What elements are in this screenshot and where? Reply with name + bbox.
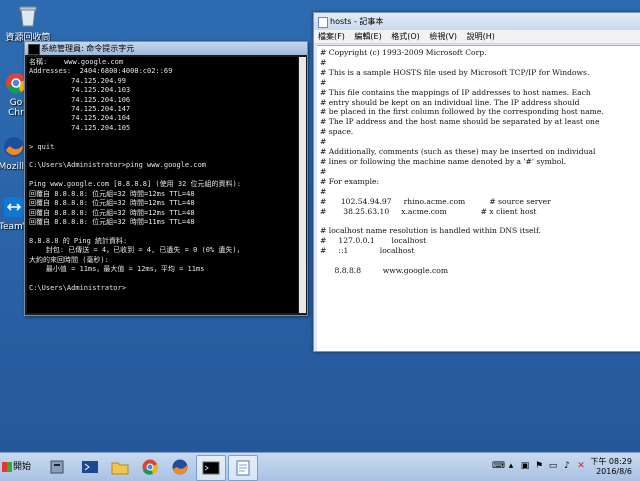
cmd-line: 74.125.204.104 [71, 114, 131, 123]
hosts-line: # ::1 localhost [320, 246, 415, 256]
cmd-line: 封包: 已傳送 = 4，已收到 = 4, 已遺失 = 0 (0% 遺失)， [45, 246, 244, 255]
taskbar: 開始 ⌨ ▴ ▣ ⚑ ▭ ♪ ✕ 下午 08:29 2016/8/6 [0, 452, 640, 481]
hosts-line: # 127.0.0.1 localhost [320, 236, 427, 246]
recycle-bin-icon [17, 4, 39, 28]
volume-icon[interactable]: ♪ [562, 461, 572, 471]
hosts-line: # Additionally, comments (such as these)… [320, 147, 596, 157]
cmd-line: 8.8.8.8 的 Ping 統計資料: [29, 236, 128, 245]
hosts-line: # 38.25.63.10 x.acme.com # x client host [320, 206, 537, 216]
hosts-line: 8.8.8.8 www.google.com [334, 265, 449, 275]
chrome-icon [142, 459, 158, 475]
explorer-folder-icon [111, 462, 129, 475]
firefox-icon [3, 136, 25, 160]
cmd-window[interactable]: 系統管理員: 命令提示字元 名稱: www.google.com Address… [24, 41, 308, 316]
cmd-line: 74.125.204.106 [71, 95, 131, 104]
windows-logo-icon [2, 461, 12, 472]
cmd-line: 回覆自 8.8.8.8: 位元組=32 時間=12ms TTL=48 [29, 189, 195, 198]
cmd-line: 回覆自 8.8.8.8: 位元組=32 時間=12ms TTL=48 [29, 208, 195, 217]
hosts-line: # entry should be kept on an individual … [320, 97, 580, 107]
cmd-line: 回覆自 8.8.8.8: 位元組=32 時間=12ms TTL=48 [29, 199, 195, 208]
menu-help[interactable]: 說明(H) [467, 32, 495, 41]
hosts-line: # Copyright (c) 1993-2009 Microsoft Corp… [320, 48, 487, 57]
cmd-line: 74.125.204.147 [71, 105, 131, 114]
hosts-line: # be placed in the first column followed… [320, 107, 604, 117]
cmd-line: 回覆自 8.8.8.8: 位元組=32 時間=11ms TTL=48 [29, 217, 195, 226]
hosts-line: # 102.54.94.97 rhino.acme.com # source s… [320, 196, 551, 206]
hosts-file-content: # Copyright (c) 1993-2009 Microsoft Corp… [317, 46, 640, 278]
notepad-window[interactable]: hosts - 記事本 檔案(F) 編輯(E) 格式(O) 檢視(V) 說明(H… [313, 12, 640, 352]
hosts-line: # [320, 57, 327, 67]
menu-view[interactable]: 檢視(V) [429, 32, 457, 41]
desktop: 資源回收筒 Go Chr Mozilla TeamV 系統管理員: 命令提示字元… [0, 0, 640, 452]
server-manager-icon [50, 460, 64, 474]
clock-date: 2016/8/6 [596, 467, 632, 476]
notepad-title-bar[interactable]: hosts - 記事本 [314, 13, 640, 30]
notepad-menu-bar: 檔案(F) 編輯(E) 格式(O) 檢視(V) 說明(H) [314, 30, 640, 44]
menu-file[interactable]: 檔案(F) [318, 32, 345, 41]
hosts-line: # [320, 166, 327, 176]
notepad-icon [236, 460, 250, 476]
notepad-title: hosts - 記事本 [330, 17, 384, 26]
powershell-icon [82, 461, 98, 473]
firefox-icon [172, 459, 188, 475]
teamviewer-icon [3, 196, 25, 220]
taskbar-server-manager[interactable] [44, 455, 72, 479]
keyboard-icon[interactable]: ⌨ [492, 461, 505, 471]
cmd-icon [202, 461, 220, 475]
cmd-line: C:\Users\Administrator> [29, 283, 126, 292]
cmd-line: 最小值 = 11ms，最大值 = 12ms，平均 = 11ms [45, 264, 205, 273]
desktop-icon-recycle-bin[interactable]: 資源回收筒 [2, 4, 54, 43]
clock[interactable]: 下午 08:29 2016/8/6 [590, 457, 632, 477]
hosts-line: # For example: [320, 176, 380, 186]
cmd-scrollbar[interactable] [299, 57, 306, 313]
hosts-line: # [320, 186, 327, 196]
tray-arrow-icon[interactable]: ▴ [506, 461, 516, 471]
menu-edit[interactable]: 編輯(E) [354, 32, 381, 41]
cmd-line: 大約的來回時間 (毫秒): [29, 255, 109, 264]
start-button[interactable]: 開始 [2, 457, 38, 477]
cmd-output: 名稱: www.google.com Addresses: 2404:6800:… [27, 57, 298, 294]
hosts-line: # lines or following the machine name de… [320, 156, 567, 166]
cmd-console[interactable]: 名稱: www.google.com Addresses: 2404:6800:… [27, 57, 298, 313]
hosts-line: # space. [320, 127, 354, 137]
taskbar-powershell[interactable] [76, 455, 104, 479]
cmd-line: Ping www.google.com [8.8.8.8] (使用 32 位元組… [29, 180, 241, 189]
hosts-line: # [320, 77, 327, 87]
cmd-line: 名稱: www.google.com [29, 58, 124, 66]
hosts-line: # [320, 137, 327, 147]
hosts-line: # This is a sample HOSTS file used by Mi… [320, 67, 590, 77]
hosts-line: # The IP address and the host name shoul… [320, 117, 600, 127]
taskbar-firefox[interactable] [166, 455, 194, 479]
cmd-line: C:\Users\Administrator>ping www.google.c… [29, 161, 207, 170]
hosts-line: # This file contains the mappings of IP … [320, 87, 591, 97]
cmd-line: > quit [29, 142, 55, 151]
taskbar-notepad[interactable] [228, 455, 258, 481]
cmd-title-bar[interactable]: 系統管理員: 命令提示字元 [25, 42, 307, 55]
taskbar-cmd[interactable] [196, 455, 226, 481]
start-label: 開始 [13, 462, 32, 472]
cmd-line: 74.125.204.105 [71, 123, 131, 132]
cmd-icon [28, 44, 40, 55]
network-error-icon[interactable]: ✕ [576, 461, 586, 471]
notepad-icon [318, 17, 328, 28]
flag-icon[interactable]: ⚑ [534, 461, 544, 471]
cmd-line: 74.125.204.99 [71, 76, 126, 85]
taskbar-explorer[interactable] [106, 455, 134, 479]
hosts-line: # localhost name resolution is handled w… [320, 226, 541, 236]
taskbar-chrome[interactable] [136, 455, 164, 479]
clock-time: 下午 08:29 [590, 457, 632, 466]
cmd-line: Addresses: 2404:6800:4008:c02::69 [29, 67, 173, 76]
network-icon[interactable]: ▣ [520, 461, 530, 471]
cmd-title: 系統管理員: 命令提示字元 [41, 44, 135, 53]
cmd-line: 74.125.204.103 [71, 86, 131, 95]
monitor-icon[interactable]: ▭ [548, 461, 558, 471]
menu-format[interactable]: 格式(O) [391, 32, 420, 41]
notepad-text-area[interactable]: # Copyright (c) 1993-2009 Microsoft Corp… [317, 45, 640, 351]
